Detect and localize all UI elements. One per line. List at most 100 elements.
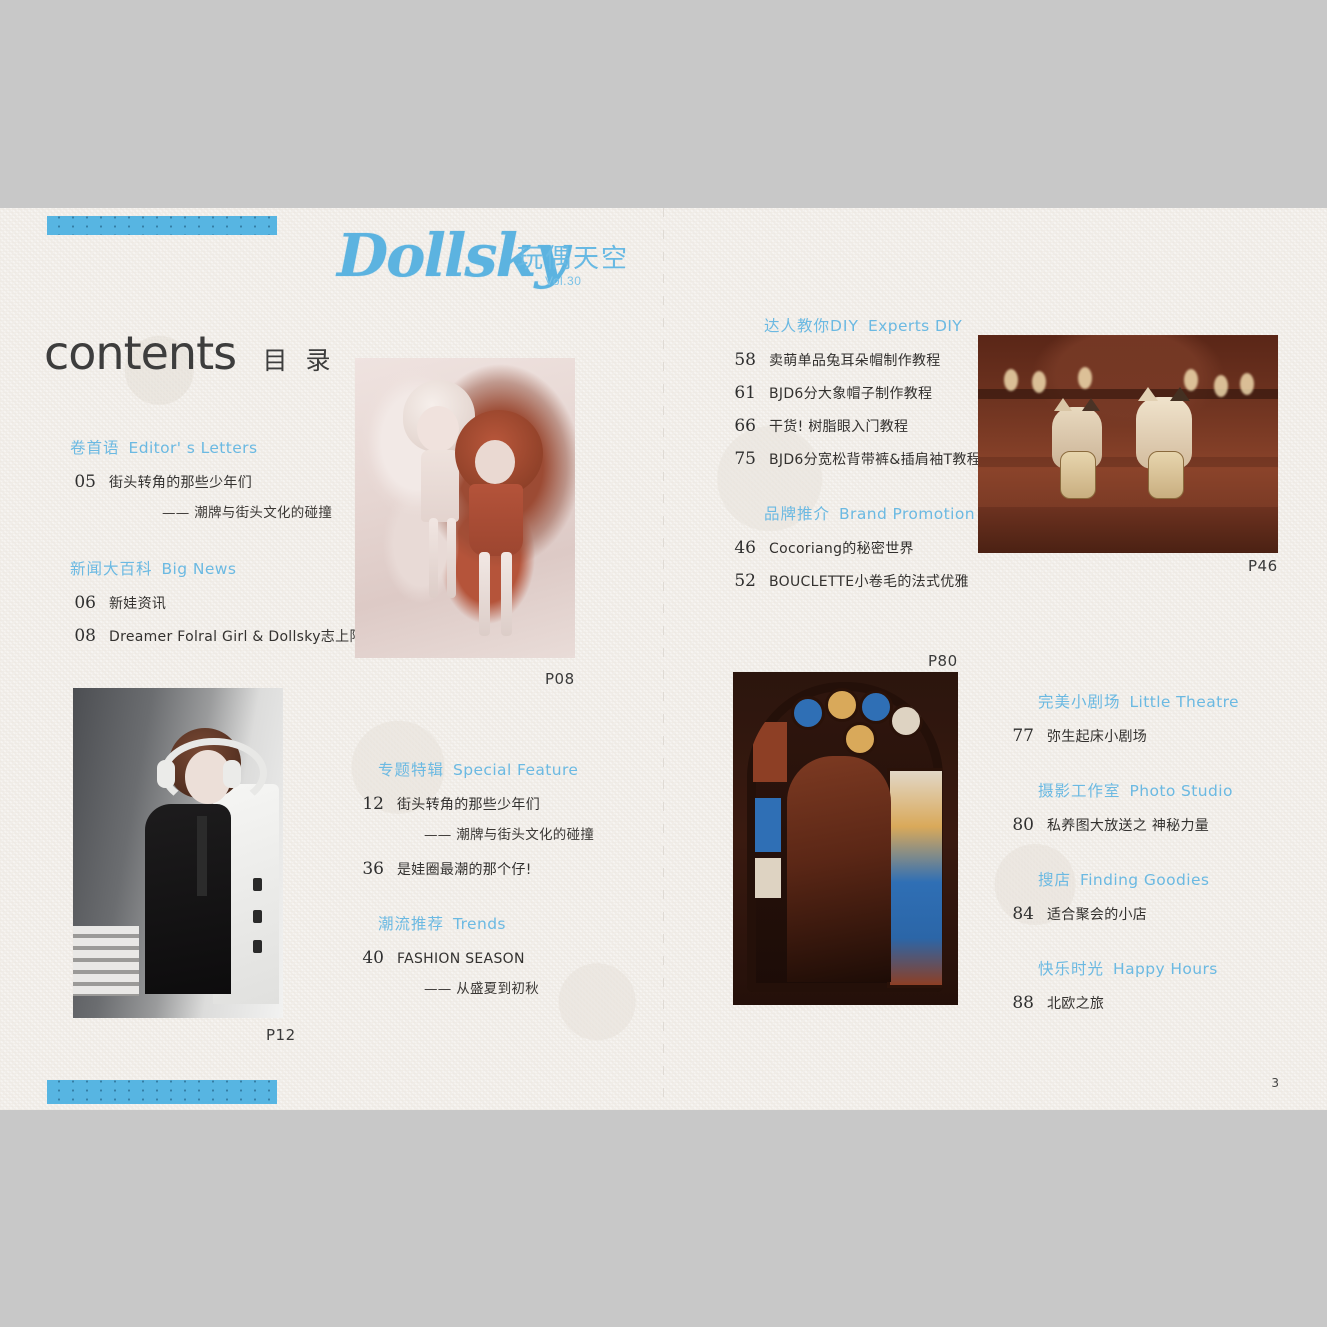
toc-entry[interactable]: 84 适合聚会的小店 — [1000, 904, 1280, 924]
toc-entry[interactable]: 40 FASHION SEASON — [350, 948, 650, 968]
glass-roundel — [889, 704, 923, 738]
section-header-experts-diy: 达人教你DIY Experts DIY — [722, 314, 982, 336]
folio-page-number: 3 — [1271, 1076, 1279, 1090]
section-cn: 达人教你DIY — [764, 317, 859, 335]
entry-title: BJD6分宽松背带裤&插肩袖T教程 — [769, 452, 981, 468]
section-cn: 品牌推介 — [764, 505, 831, 523]
entry-page-number: 80 — [1012, 815, 1034, 835]
section-header-brand-promotion: 品牌推介 Brand Promotion — [722, 502, 982, 524]
entry-page-number: 52 — [734, 571, 756, 591]
entry-page-number: 75 — [734, 449, 756, 469]
photo-caption-p08: P08 — [545, 670, 575, 688]
section-cn: 搜店 — [1038, 871, 1072, 889]
jacket-button — [253, 940, 262, 953]
doll-strap — [197, 816, 207, 896]
bokeh-light — [1032, 371, 1046, 393]
section-en: Special Feature — [453, 761, 579, 779]
doll-leg — [447, 518, 456, 598]
bokeh-light — [1004, 369, 1018, 391]
toc-column-left: 卷首语 Editor' s Letters 05 街头转角的那些少年们 —— 潮牌… — [62, 436, 378, 659]
entry-page-number: 46 — [734, 538, 756, 558]
doll-head — [475, 440, 515, 484]
toc-entry[interactable]: 66 干货! 树脂眼入门教程 — [722, 416, 982, 436]
section-cn: 新闻大百科 — [70, 560, 153, 578]
entry-page-number: 40 — [362, 948, 384, 968]
entry-title: 卖萌单品兔耳朵帽制作教程 — [769, 353, 941, 369]
toc-column-right-bottom: 完美小剧场 Little Theatre 77 弥生起床小剧场 摄影工作室 Phot… — [1000, 690, 1280, 1026]
section-en: Photo Studio — [1129, 782, 1233, 800]
lancet-window — [887, 768, 943, 988]
entry-subtitle: —— 从盛夏到初秋 — [424, 981, 539, 997]
entry-title: 新娃资讯 — [109, 596, 167, 612]
entry-subtitle: —— 潮牌与街头文化的碰撞 — [424, 827, 595, 843]
glass-roundel — [843, 722, 877, 756]
entry-page-number: 88 — [1012, 993, 1034, 1013]
toc-entry[interactable]: 80 私养图大放送之 神秘力量 — [1000, 815, 1280, 835]
section-cn: 专题特辑 — [378, 761, 445, 779]
toc-entry[interactable]: 12 街头转角的那些少年们 — [350, 794, 650, 814]
toc-entry[interactable]: 52 BOUCLETTE小卷毛的法式优雅 — [722, 571, 982, 591]
section-header-finding-goodies: 搜店 Finding Goodies — [1000, 868, 1280, 890]
section-en: Trends — [453, 915, 506, 933]
toc-entry[interactable]: 75 BJD6分宽松背带裤&插肩袖T教程 — [722, 449, 982, 469]
photo-caption-p46: P46 — [1248, 557, 1278, 575]
entry-title: BJD6分大象帽子制作教程 — [769, 386, 933, 402]
photo-caption-p12: P12 — [266, 1026, 296, 1044]
page-title-en: contents — [44, 326, 237, 380]
toc-entry[interactable]: 46 Cocoriang的秘密世界 — [722, 538, 982, 558]
toc-entry[interactable]: 77 弥生起床小剧场 — [1000, 726, 1280, 746]
spine-fold-line — [663, 208, 664, 1110]
bokeh-light — [1078, 367, 1092, 389]
toc-entry[interactable]: 61 BJD6分大象帽子制作教程 — [722, 383, 982, 403]
section-cn: 摄影工作室 — [1038, 782, 1121, 800]
toc-entry[interactable]: 08 Dreamer Folral Girl & Dollsky志上限定 — [62, 626, 377, 646]
photo-lucky-cats — [978, 335, 1278, 553]
toc-column-right-top: 达人教你DIY Experts DIY 58 卖萌单品兔耳朵帽制作教程 61 BJ… — [722, 314, 982, 604]
counter-surface — [978, 507, 1278, 553]
page-title: contents 目 录 — [44, 326, 336, 380]
doll-leg — [479, 552, 490, 636]
entry-title: 适合聚会的小店 — [1047, 907, 1148, 923]
entry-title: BOUCLETTE小卷毛的法式优雅 — [769, 574, 969, 590]
entry-page-number: 77 — [1012, 726, 1034, 746]
section-en: Happy Hours — [1113, 960, 1218, 978]
section-cn: 卷首语 — [70, 439, 120, 457]
glass-roundel — [859, 690, 893, 724]
gothic-arch — [747, 682, 943, 992]
entry-title: Cocoriang的秘密世界 — [769, 541, 914, 557]
bokeh-light — [1214, 375, 1228, 397]
toc-entry[interactable]: 05 街头转角的那些少年们 — [62, 472, 352, 492]
doll-body — [469, 484, 523, 556]
magazine-spread: Dollsky 玩偶天空 Vol.30 contents 目 录 卷首语 Edit… — [0, 208, 1327, 1110]
section-en: Experts DIY — [867, 317, 963, 335]
entry-subtitle: —— 潮牌与街头文化的碰撞 — [162, 505, 333, 521]
section-cn: 完美小剧场 — [1038, 693, 1121, 711]
headphone-earcup — [157, 760, 175, 788]
volume-label: Vol.30 — [545, 274, 582, 288]
masthead: Dollsky 玩偶天空 Vol.30 — [337, 222, 637, 298]
entry-title: 干货! 树脂眼入门教程 — [769, 419, 909, 435]
background-books — [73, 926, 139, 996]
section-header-big-news: 新闻大百科 Big News — [62, 557, 352, 579]
section-en: Big News — [161, 560, 237, 578]
bokeh-light — [1240, 373, 1254, 395]
doll-body — [421, 450, 459, 522]
doll-head — [417, 406, 459, 452]
headphones-icon — [161, 738, 267, 808]
toc-entry[interactable]: 36 是娃圈最潮的那个仔! — [350, 859, 650, 879]
doll-leg — [429, 518, 438, 598]
entry-title: 私养图大放送之 神秘力量 — [1047, 818, 1210, 834]
section-en: Editor' s Letters — [128, 439, 258, 457]
entry-page-number: 36 — [362, 859, 384, 879]
decorative-bar-top — [47, 216, 277, 235]
toc-entry[interactable]: 58 卖萌单品兔耳朵帽制作教程 — [722, 350, 982, 370]
page-title-cn: 目 录 — [262, 346, 336, 375]
toc-entry[interactable]: 88 北欧之旅 — [1000, 993, 1280, 1013]
headphone-earcup — [223, 760, 241, 788]
toc-entry[interactable]: 06 新娃资讯 — [62, 593, 352, 613]
jacket-button — [253, 878, 262, 891]
entry-page-number: 06 — [74, 593, 96, 613]
entry-page-number: 05 — [74, 472, 96, 492]
